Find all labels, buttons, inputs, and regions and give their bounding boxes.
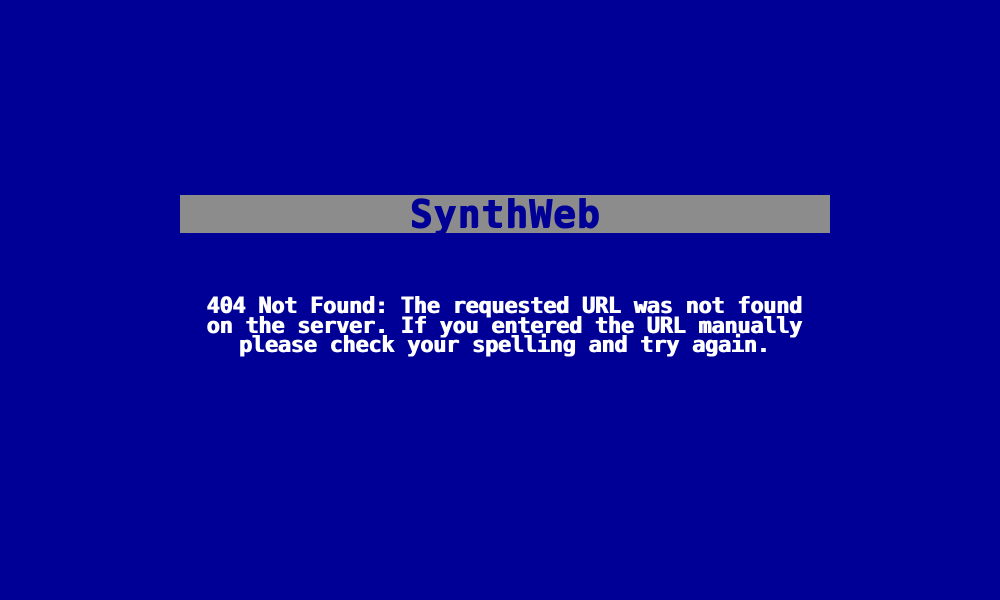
error-message: 404 Not Found: The requested URL was not… (100, 296, 908, 358)
error-message-line-3: please check your spelling and try again… (238, 333, 770, 358)
site-title: SynthWeb (409, 192, 601, 236)
site-title-bar: SynthWeb (180, 195, 830, 233)
